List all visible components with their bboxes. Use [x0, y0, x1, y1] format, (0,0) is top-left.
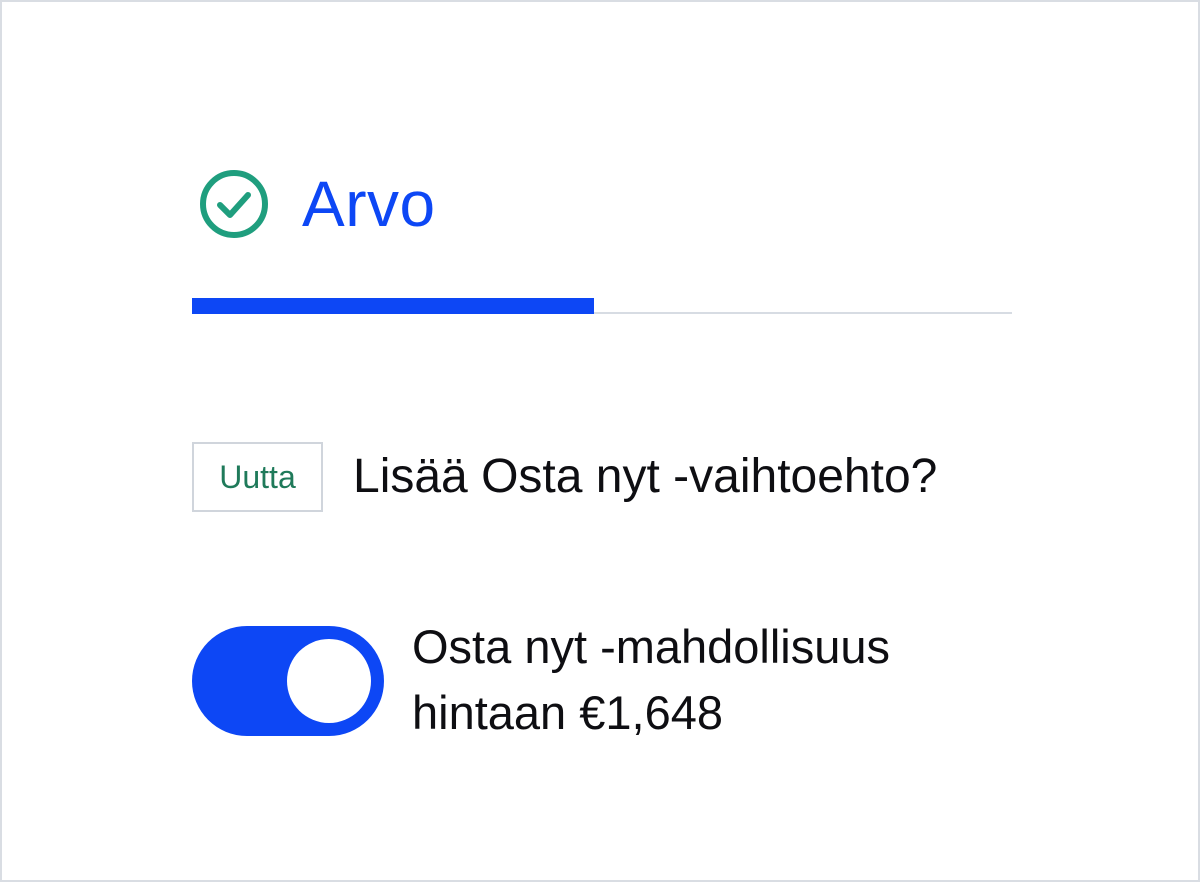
new-badge: Uutta	[192, 442, 323, 512]
card-frame: Arvo Uutta Lisää Osta nyt -vaihtoehto? O…	[0, 0, 1200, 882]
progress-fill	[192, 298, 594, 314]
question-text: Lisää Osta nyt -vaihtoehto?	[353, 450, 938, 503]
section-title: Arvo	[302, 168, 436, 240]
buy-now-option-label: Osta nyt -mahdollisuus hintaan €1,648	[412, 614, 890, 746]
question-row: Uutta Lisää Osta nyt -vaihtoehto?	[192, 442, 937, 512]
toggle-knob	[287, 639, 371, 723]
section-header: Arvo	[198, 164, 436, 244]
option-label-line1: Osta nyt -mahdollisuus	[412, 620, 891, 673]
check-circle-icon	[200, 170, 268, 238]
option-label-line2: hintaan €1,648	[412, 686, 724, 739]
buy-now-toggle[interactable]	[192, 626, 384, 736]
